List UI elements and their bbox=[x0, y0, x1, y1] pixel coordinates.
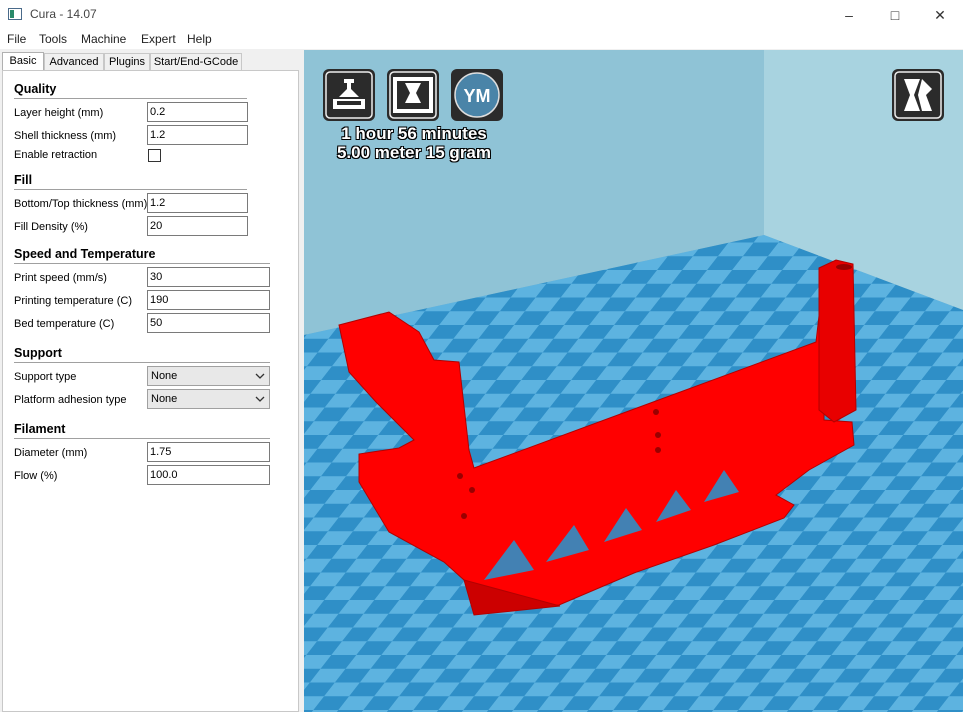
bed-temperature-label: Bed temperature (C) bbox=[14, 318, 115, 330]
support-type-select[interactable]: None bbox=[147, 366, 270, 386]
section-divider bbox=[14, 189, 247, 190]
section-divider bbox=[14, 263, 270, 264]
section-fill: Fill bbox=[14, 173, 33, 187]
fill-density-label: Fill Density (%) bbox=[14, 221, 88, 233]
view-mode-button[interactable] bbox=[892, 69, 944, 121]
bottom-top-thickness-label: Bottom/Top thickness (mm) bbox=[14, 198, 148, 210]
menu-bar: File Tools Machine Expert Help bbox=[0, 30, 963, 49]
basic-settings-panel: Quality Layer height (mm) 0.2 Shell thic… bbox=[2, 70, 299, 712]
print-stats: 1 hour 56 minutes 5.00 meter 15 gram bbox=[324, 124, 504, 162]
section-speed-temperature: Speed and Temperature bbox=[14, 247, 156, 261]
layer-height-field[interactable]: 0.2 bbox=[147, 102, 248, 122]
platform-adhesion-select[interactable]: None bbox=[147, 389, 270, 409]
print-button[interactable] bbox=[387, 69, 439, 121]
settings-pane: Basic Advanced Plugins Start/End-GCode Q… bbox=[0, 50, 303, 712]
diameter-label: Diameter (mm) bbox=[14, 447, 88, 459]
bed-temperature-field[interactable]: 50 bbox=[147, 313, 270, 333]
printing-temperature-label: Printing temperature (C) bbox=[14, 295, 132, 307]
platform-adhesion-value: None bbox=[151, 393, 178, 405]
youmagine-icon: YM bbox=[454, 72, 500, 118]
menu-help[interactable]: Help bbox=[187, 32, 212, 46]
platform-adhesion-label: Platform adhesion type bbox=[14, 394, 127, 406]
print-time: 1 hour 56 minutes bbox=[341, 124, 487, 143]
view-mode-icon bbox=[894, 71, 942, 119]
flow-label: Flow (%) bbox=[14, 470, 58, 482]
retraction-label: Enable retraction bbox=[14, 149, 98, 161]
tab-start-end-gcode[interactable]: Start/End-GCode bbox=[150, 53, 242, 71]
load-model-button[interactable] bbox=[323, 69, 375, 121]
window-title: Cura - 14.07 bbox=[30, 7, 97, 21]
title-bar: Cura - 14.07 – □ ✕ bbox=[0, 0, 963, 30]
chevron-down-icon bbox=[255, 373, 265, 379]
section-quality: Quality bbox=[14, 82, 57, 96]
print-icon bbox=[389, 71, 437, 119]
minimize-button[interactable]: – bbox=[826, 0, 872, 30]
shell-thickness-field[interactable]: 1.2 bbox=[147, 125, 248, 145]
material-usage: 5.00 meter 15 gram bbox=[336, 143, 492, 162]
diameter-field[interactable]: 1.75 bbox=[147, 442, 270, 462]
printing-temperature-field[interactable]: 190 bbox=[147, 290, 270, 310]
bottom-top-thickness-field[interactable]: 1.2 bbox=[147, 193, 248, 213]
tab-plugins[interactable]: Plugins bbox=[104, 53, 150, 71]
section-filament: Filament bbox=[14, 422, 66, 436]
section-divider bbox=[14, 438, 270, 439]
youmagine-label: YM bbox=[464, 86, 491, 106]
support-type-label: Support type bbox=[14, 371, 77, 383]
support-type-value: None bbox=[151, 370, 178, 382]
fill-density-field[interactable]: 20 bbox=[147, 216, 248, 236]
menu-tools[interactable]: Tools bbox=[39, 32, 67, 46]
load-icon bbox=[325, 71, 373, 119]
section-divider bbox=[14, 98, 247, 99]
3d-viewport[interactable]: YM 1 hour 56 minutes 5.00 meter 15 gram bbox=[304, 50, 963, 712]
shell-thickness-label: Shell thickness (mm) bbox=[14, 130, 117, 142]
section-divider bbox=[14, 362, 270, 363]
retraction-checkbox[interactable] bbox=[148, 149, 161, 162]
maximize-button[interactable]: □ bbox=[872, 0, 918, 30]
flow-field[interactable]: 100.0 bbox=[147, 465, 270, 485]
tab-basic[interactable]: Basic bbox=[2, 52, 44, 72]
print-speed-field[interactable]: 30 bbox=[147, 267, 270, 287]
print-speed-label: Print speed (mm/s) bbox=[14, 272, 107, 284]
menu-file[interactable]: File bbox=[7, 32, 26, 46]
youmagine-button[interactable]: YM bbox=[451, 69, 503, 121]
tab-advanced[interactable]: Advanced bbox=[44, 53, 104, 71]
cura-app-icon bbox=[8, 8, 22, 20]
menu-machine[interactable]: Machine bbox=[81, 32, 126, 46]
section-support: Support bbox=[14, 346, 62, 360]
menu-expert[interactable]: Expert bbox=[141, 32, 176, 46]
chevron-down-icon bbox=[255, 396, 265, 402]
close-button[interactable]: ✕ bbox=[917, 0, 963, 30]
layer-height-label: Layer height (mm) bbox=[14, 107, 104, 119]
